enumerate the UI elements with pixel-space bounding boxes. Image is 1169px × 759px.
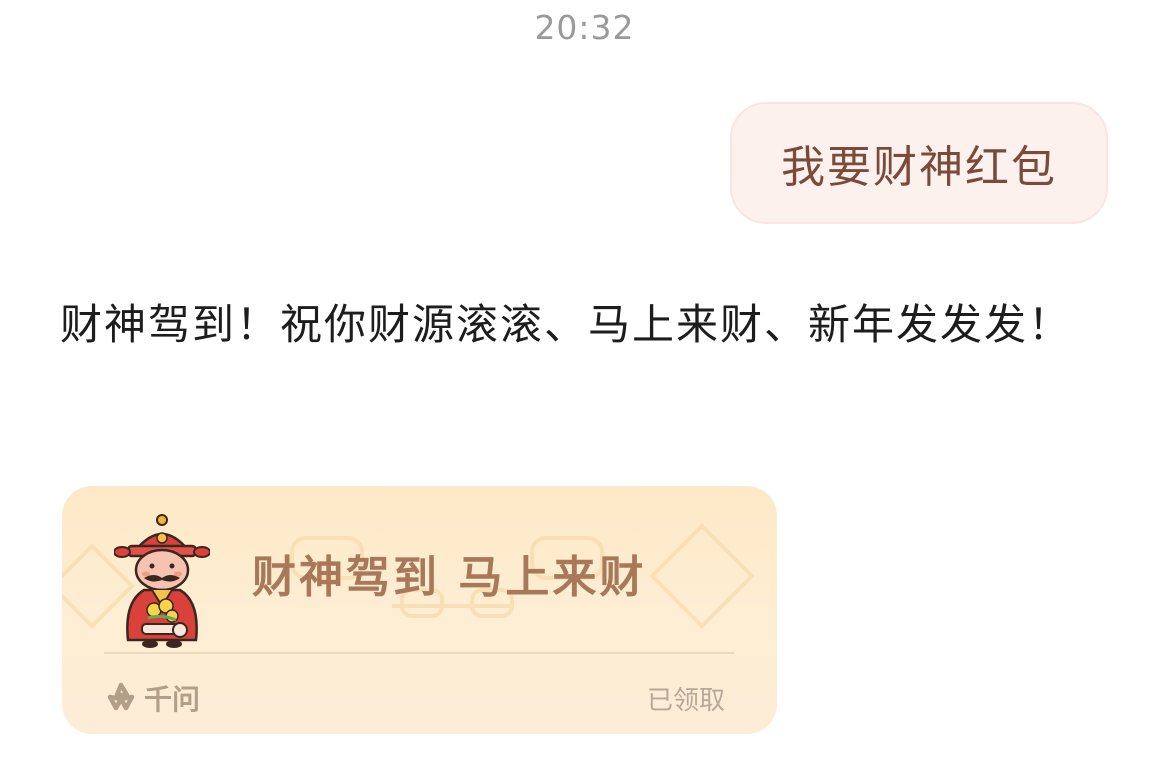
bot-message-text: 财神驾到！祝你财源滚滚、马上来财、新年发发发！	[60, 300, 1073, 349]
user-message-text: 我要财神红包	[781, 142, 1057, 193]
claim-status-label: 已领取	[646, 686, 725, 716]
red-packet-title: 财神驾到 马上来财	[252, 552, 647, 603]
user-message-bubble[interactable]: 我要财神红包	[730, 102, 1108, 224]
red-packet-card[interactable]: 财神驾到 马上来财 千问 已领取	[62, 486, 777, 734]
qianwen-logo-icon	[107, 682, 135, 711]
brand-name: 千问	[144, 683, 201, 716]
card-divider	[104, 652, 734, 654]
god-of-wealth-icon	[114, 514, 210, 648]
message-timestamp: 20:32	[534, 8, 635, 47]
brand-label: 千问	[104, 678, 200, 718]
